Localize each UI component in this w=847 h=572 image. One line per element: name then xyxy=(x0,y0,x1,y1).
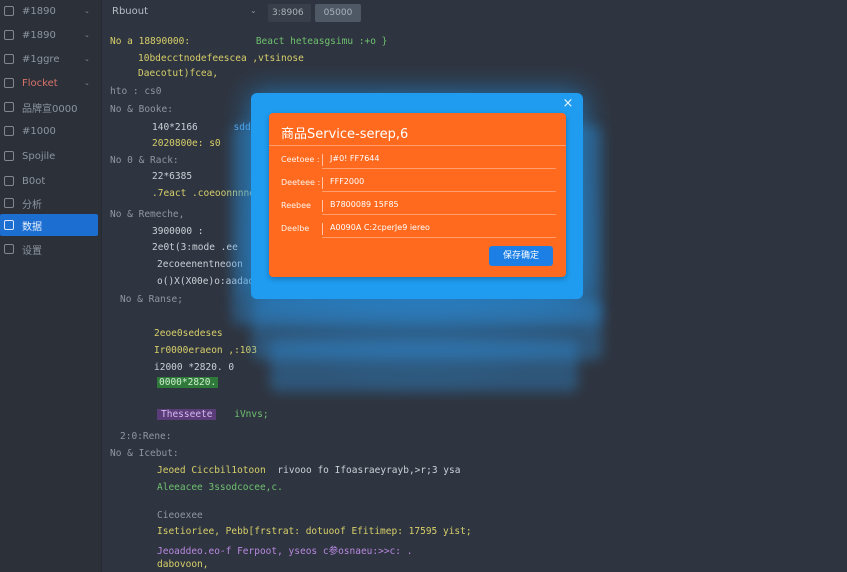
field-label: Ceetoee : xyxy=(281,155,320,164)
toolbar-input[interactable]: 3:8906 xyxy=(268,4,311,22)
highlighted-token: Thesseete xyxy=(157,409,217,420)
close-icon[interactable]: × xyxy=(561,97,575,111)
code-line: hto : cs0 xyxy=(110,86,162,97)
form-row: Deelbe A0090A C:2cperJe9 iereo xyxy=(269,218,566,240)
sidebar-item-2[interactable]: #1890 ⌄ xyxy=(0,24,100,46)
grid-icon xyxy=(4,54,14,64)
toolbar: Rbuout ⌄ 3:8906 05000 xyxy=(102,0,847,26)
sidebar-item-label: 数据 xyxy=(22,221,42,233)
code-line: 2:0:Rene: xyxy=(120,431,172,442)
code-text: No a 18890000: xyxy=(110,36,191,47)
field-input[interactable]: FFF2000 xyxy=(322,174,556,192)
code-text: Beact heteasgsimu :+o } xyxy=(255,36,388,47)
code-line: No 0 & Rack: xyxy=(110,155,179,166)
toolbar-title: Rbuout xyxy=(112,6,149,17)
sidebar-item-label: Flocket xyxy=(22,77,58,89)
settings-icon xyxy=(4,244,14,254)
chart-icon xyxy=(4,198,14,208)
sidebar-item-7[interactable]: Spojile xyxy=(0,145,100,167)
code-line: dabovoon, xyxy=(157,559,209,570)
highlighted-token: 0000*2820. xyxy=(157,377,219,388)
code-line: 0000*2820. xyxy=(157,377,219,388)
toolbar-button[interactable]: 05000 xyxy=(315,4,361,22)
code-line: 2ecoeenentneoon xyxy=(157,259,243,270)
sidebar-item-label: 分析 xyxy=(22,199,42,211)
chevron-down-icon: ⌄ xyxy=(84,31,90,39)
sidebar-item-10[interactable]: 数据 xyxy=(0,214,98,236)
code-line: Daecotut)fcea, xyxy=(138,68,219,79)
grid-icon xyxy=(4,6,14,16)
dialog: 商品Service-serep,6 Ceetoee : J#0! FF7644 … xyxy=(269,113,566,277)
divider xyxy=(269,145,566,146)
ghost-panel xyxy=(270,340,578,392)
code-line: Jeoed Ciccbil1otoon rivooo fo Ifoasraeyr… xyxy=(157,465,460,476)
sidebar-item-label: Spojile xyxy=(22,150,56,162)
field-input[interactable]: B7800089 15F85 xyxy=(322,197,556,215)
dialog-title: 商品Service-serep,6 xyxy=(281,127,409,142)
confirm-button[interactable]: 保存确定 xyxy=(489,246,553,266)
code-line: Aleeacee 3ssodcocee,c. xyxy=(157,482,283,493)
field-label: Deelbe xyxy=(281,224,310,233)
field-label: Deeteee : xyxy=(281,178,321,187)
code-line: 2020800e: s0 xyxy=(152,138,221,149)
code-line: Cieoexee xyxy=(157,510,203,521)
cart-icon xyxy=(4,78,14,88)
sidebar-item-9[interactable]: 分析 xyxy=(0,192,100,214)
terminal-icon xyxy=(4,176,14,186)
sidebar-item-1[interactable]: #1890 ⌄ xyxy=(0,0,100,22)
sidebar-item-5[interactable]: 品牌宣0000 xyxy=(0,96,100,118)
sidebar-item-label: #1ggre xyxy=(22,53,60,65)
code-line: i2000 *2820. 0 xyxy=(154,362,235,373)
code-line: 22*6385 xyxy=(152,171,193,182)
code-line: 10bdecctnodefeescea ,vtsinose xyxy=(138,53,304,64)
code-text: Jeoed Ciccbil1otoon xyxy=(157,465,266,476)
sidebar-item-8[interactable]: B0ot xyxy=(0,170,100,192)
table-icon xyxy=(4,102,14,112)
code-line: No a 18890000: Beact heteasgsimu :+o } xyxy=(110,36,387,47)
form-row: Deeteee : FFF2000 xyxy=(269,172,566,194)
code-text: iVnvs; xyxy=(234,409,269,420)
code-line: No & Remeche, xyxy=(110,209,185,220)
list-icon xyxy=(4,220,14,230)
chevron-down-icon[interactable]: ⌄ xyxy=(250,6,257,15)
code-line: No & Booke: xyxy=(110,104,173,115)
code-line: 2eoe0sedeses xyxy=(154,328,223,339)
field-input[interactable]: A0090A C:2cperJe9 iereo xyxy=(322,220,556,238)
code-line: No & Ranse; xyxy=(120,294,183,305)
chevron-down-icon: ⌄ xyxy=(84,55,90,63)
table-icon xyxy=(4,126,14,136)
field-label: Reebee xyxy=(281,201,311,210)
sidebar-item-label: 设置 xyxy=(22,245,42,257)
chevron-down-icon: ⌄ xyxy=(84,79,90,87)
form-row: Ceetoee : J#0! FF7644 xyxy=(269,149,566,171)
chevron-down-icon: ⌄ xyxy=(84,7,90,15)
sidebar-item-3[interactable]: #1ggre ⌄ xyxy=(0,48,100,70)
code-line: 2e0t(3:mode .ee xyxy=(152,242,238,253)
field-input[interactable]: J#0! FF7644 xyxy=(322,151,556,169)
monitor-icon xyxy=(4,151,14,161)
code-line: Jeoaddeo.eo-f Ferpoot, yseos c参osnaeu:>>… xyxy=(157,546,413,557)
sidebar-item-6[interactable]: #1000 xyxy=(0,120,100,142)
code-line: Thesseete iVnvs; xyxy=(157,409,269,420)
form-row: Reebee B7800089 15F85 xyxy=(269,195,566,217)
sidebar: #1890 ⌄ #1890 ⌄ #1ggre ⌄ Flocket ⌄ 品牌宣00… xyxy=(0,0,102,572)
sidebar-item-label: #1000 xyxy=(22,125,56,137)
code-line: Isetioriee, Pebb[frstrat: dotuoof Efitim… xyxy=(157,526,472,537)
grid-icon xyxy=(4,30,14,40)
code-line: 3900000 : xyxy=(152,226,204,237)
code-line: No & Icebut: xyxy=(110,448,179,459)
sidebar-item-label: B0ot xyxy=(22,175,46,187)
dialog-frame: × 商品Service-serep,6 Ceetoee : J#0! FF764… xyxy=(251,93,583,299)
sidebar-item-11[interactable]: 设置 xyxy=(0,238,100,260)
sidebar-item-label: #1890 xyxy=(22,5,56,17)
sidebar-item-label: 品牌宣0000 xyxy=(22,103,78,115)
code-text: rivooo fo Ifoasraeyrayb,>r;3 ysa xyxy=(277,465,461,476)
sidebar-item-4[interactable]: Flocket ⌄ xyxy=(0,72,100,94)
sidebar-item-label: #1890 xyxy=(22,29,56,41)
code-text: 140*2166 xyxy=(152,122,198,133)
